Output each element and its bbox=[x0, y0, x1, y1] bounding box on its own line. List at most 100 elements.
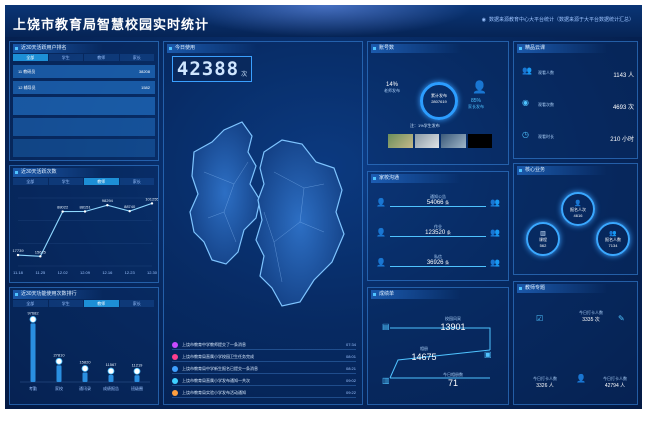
tick-label: 考勤 bbox=[29, 385, 37, 391]
tab-parents[interactable]: 家长 bbox=[119, 178, 154, 185]
tick-label: 12.09 bbox=[80, 270, 91, 275]
tab-students[interactable]: 学生 bbox=[48, 300, 83, 307]
tick-label: 12.23 bbox=[125, 270, 136, 275]
tab-students[interactable]: 学生 bbox=[48, 54, 83, 61]
tab-all[interactable]: 全部 bbox=[13, 300, 48, 307]
photo-thumbnail[interactable] bbox=[414, 134, 439, 148]
data-point bbox=[39, 255, 42, 258]
panel-active-count: 近30天活跃次数 全部 学生 教师 家长 17739 15625 88022 8815… bbox=[9, 165, 159, 283]
bubble-signup-count: 👤 报名人次 4616 bbox=[561, 192, 595, 226]
image-icon: ▣ bbox=[484, 350, 492, 359]
data-point bbox=[106, 204, 109, 207]
region-map bbox=[189, 121, 345, 307]
data-label: 98294 bbox=[102, 198, 114, 203]
panel-home-school: 家校沟通 👤 👤 👤 👥 👥 👥 通知公告 54066 条 作业 123520 … bbox=[367, 171, 509, 281]
tab-teachers[interactable]: 教师 bbox=[84, 54, 119, 61]
data-label: 17739 bbox=[12, 248, 24, 253]
panel-cloud-course: 精品云课 👥 ◉ ◷ 观看人数 1143 人 观看次数 4693 次 观看时长 210… bbox=[513, 41, 638, 159]
group-icon: 👥 bbox=[490, 228, 500, 237]
list-item[interactable]: 上饶市教育中学教师提交了一条消息 07:34 bbox=[172, 340, 356, 350]
list-item-empty bbox=[13, 139, 155, 157]
tab-teachers[interactable]: 教师 bbox=[84, 178, 119, 185]
photo-thumbnail[interactable] bbox=[388, 134, 413, 148]
bar-marker bbox=[107, 367, 115, 375]
chat-icon: ✎ bbox=[618, 314, 625, 323]
panel-core-business: 核心业务 👤 报名人次 4616 ▥ 课程 562 👥 报名人数 7134 bbox=[513, 163, 638, 275]
group-icon: 👥 bbox=[490, 258, 500, 267]
parent-pct: 85% 家长发布 bbox=[468, 98, 484, 109]
user-icon: 👤 bbox=[574, 201, 582, 207]
list-item[interactable]: 12 辅导员 1582 bbox=[13, 81, 155, 94]
tick-label: 12.16 bbox=[102, 270, 113, 275]
document-icon: ▤ bbox=[382, 322, 390, 331]
progress-ring: 累计发布 2807619 bbox=[420, 82, 458, 120]
line-chart: 17739 15625 88022 88151 98294 88740 101255 11.1… bbox=[12, 196, 158, 275]
bullet-icon bbox=[172, 390, 178, 396]
topic-stat: 今日打卡人数 42794 人 bbox=[603, 376, 627, 389]
data-label: 15625 bbox=[35, 249, 47, 254]
bubble-courses: ▥ 课程 562 bbox=[526, 222, 560, 256]
stat-row: 观看时长 210 小时 bbox=[538, 134, 634, 143]
photo-thumbnail[interactable] bbox=[441, 134, 466, 148]
tick-label: 通讯录 bbox=[79, 385, 91, 391]
panel-teacher-topic: 教师专题 ☑ ✎ 👤 今日打卡人数 3335 次 今日打卡人数 3326 人 今… bbox=[513, 281, 638, 405]
stat-row: 观看人数 1143 人 bbox=[538, 70, 634, 79]
bar bbox=[134, 375, 140, 382]
bullet-icon bbox=[172, 342, 178, 348]
data-point bbox=[150, 202, 154, 205]
user-icon: 👤 bbox=[376, 258, 386, 267]
tab-teachers[interactable]: 教师 bbox=[84, 300, 119, 307]
user-icon: 👤 bbox=[376, 198, 386, 207]
photo-thumbnail[interactable] bbox=[467, 134, 492, 148]
tick-label: 班级圈 bbox=[131, 385, 143, 391]
tick-label: 成绩报告 bbox=[103, 385, 119, 391]
bar bbox=[82, 372, 88, 382]
photo-strip bbox=[388, 134, 492, 148]
data-label: 11567 bbox=[106, 362, 118, 367]
tab-all[interactable]: 全部 bbox=[13, 178, 48, 185]
dashboard-screen: 上饶市教育局智慧校园实时统计 ◉ 数据来源教育中心大平台统计（数据来源于大平台数据… bbox=[5, 5, 642, 409]
data-label: 15820 bbox=[79, 360, 91, 365]
bar-marker bbox=[81, 365, 89, 372]
usage-tabs: 全部 学生 教师 家长 bbox=[13, 300, 155, 307]
tab-all[interactable]: 全部 bbox=[13, 54, 48, 61]
list-item[interactable]: 11 教研员 38208 bbox=[13, 65, 155, 78]
header-note: ◉ 数据来源教育中心大平台统计（数据来源于大平台数据统计汇总） bbox=[481, 16, 634, 24]
tab-parents[interactable]: 家长 bbox=[119, 54, 154, 61]
score-item: 今日相册数 71 bbox=[443, 372, 463, 388]
data-label: 88740 bbox=[124, 204, 136, 209]
list-item-empty bbox=[13, 118, 155, 136]
list-item[interactable]: 上饶市教育局实验小学发布活动通知 09:22 bbox=[172, 388, 356, 398]
flow-item: 私信 36926 条 bbox=[390, 254, 486, 267]
counter-unit: 次 bbox=[241, 71, 248, 78]
score-item: 校园风采 13901 bbox=[440, 316, 466, 332]
tab-students[interactable]: 学生 bbox=[48, 178, 83, 185]
topic-stat: 今日打卡人数 3326 人 bbox=[533, 376, 557, 389]
bubble-signup-people: 👥 报名人数 7134 bbox=[596, 222, 630, 256]
book-icon: ▥ bbox=[382, 376, 390, 385]
bullet-icon bbox=[172, 378, 178, 384]
stat-row: 观看次数 4693 次 bbox=[538, 102, 634, 111]
user-icon: 👤 bbox=[472, 80, 487, 94]
panel-title: 近30天功能使用次数排行 bbox=[13, 290, 103, 299]
data-label: 11219 bbox=[132, 362, 144, 367]
users-icon: 👥 bbox=[522, 66, 532, 75]
list-item[interactable]: 上饶市教育局直属小学发布通知一共次 09:02 bbox=[172, 376, 356, 386]
panel-title: 核心业务 bbox=[517, 166, 607, 175]
bar-chart: 97682 考勤 27810 家校 15820 通讯录 11567 成绩报告 11219 班级圈 bbox=[20, 310, 150, 391]
panel-score: 成绩单 ▤ ▣ ▥ 校园风采 13901 相册 14675 今日相册数 71 bbox=[367, 287, 509, 405]
teacher-pct: 14% 老师发布 bbox=[384, 82, 400, 93]
list-item[interactable]: 上饶市教育局直属小学校园卫生任务完成 08:01 bbox=[172, 352, 356, 362]
list-item[interactable]: 上饶市教育局中学新生报名已提交一条消息 08:21 bbox=[172, 364, 356, 374]
flow-item: 通知公告 54066 条 bbox=[390, 194, 486, 207]
book-icon: ▥ bbox=[540, 231, 546, 237]
panel-map: 今日使用 42388 次 上饶市教育中学教师提交了一条消息 07:34 上饶市教育… bbox=[163, 41, 363, 405]
page-title: 上饶市教育局智慧校园实时统计 bbox=[13, 18, 210, 33]
tab-parents[interactable]: 家长 bbox=[119, 300, 154, 307]
panel-title: 精品云课 bbox=[517, 44, 607, 53]
eye-icon: ◉ bbox=[522, 98, 529, 107]
data-point bbox=[128, 209, 131, 213]
tick-label: 12.02 bbox=[58, 270, 69, 275]
data-point bbox=[16, 253, 20, 257]
panel-title: 家校沟通 bbox=[371, 174, 461, 183]
